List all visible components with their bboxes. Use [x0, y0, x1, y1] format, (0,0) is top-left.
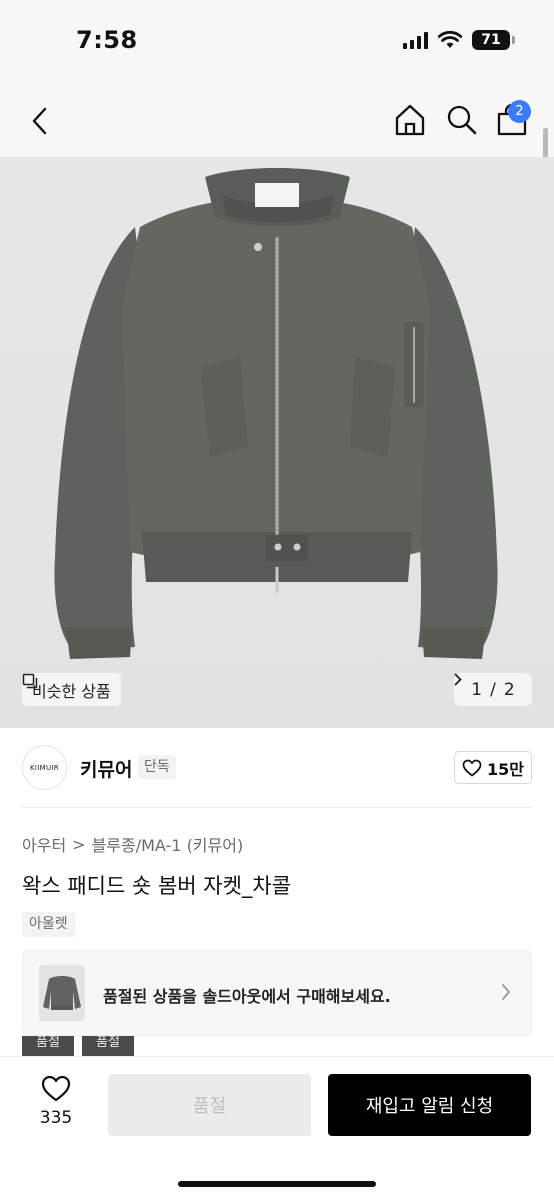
home-icon — [395, 104, 425, 136]
breadcrumb-category[interactable]: 아우터 — [22, 832, 66, 856]
brand-name[interactable]: 키뮤어 — [80, 755, 132, 782]
bottom-action-bar: 335 품절 재입고 알림 신청 — [0, 1056, 554, 1200]
search-icon — [447, 105, 477, 135]
brand-row: KIIMUIR 키뮤어 단독 15만 — [22, 745, 532, 791]
wishlist-count: 335 — [39, 1108, 73, 1128]
similar-products-label: 비슷한 상품 — [32, 681, 111, 701]
restock-alert-button[interactable]: 재입고 알림 신청 — [328, 1074, 531, 1136]
chevron-right-icon — [454, 673, 462, 686]
heart-icon — [462, 759, 482, 777]
wishlist-button[interactable]: 335 — [26, 1075, 86, 1141]
battery-icon: 71 — [472, 30, 515, 50]
status-time: 7:58 — [76, 26, 138, 54]
page-separator: / — [490, 679, 496, 700]
section-divider — [22, 807, 532, 808]
page-current: 1 — [471, 679, 483, 700]
exclusive-badge: 단독 — [138, 755, 176, 779]
option-chip[interactable]: 품절 — [22, 1036, 74, 1056]
heart-icon — [41, 1075, 71, 1102]
search-button[interactable] — [444, 102, 480, 138]
cellular-signal-icon — [403, 31, 428, 49]
cart-count-badge: 2 — [508, 100, 531, 123]
product-image[interactable]: 비슷한 상품 1 / 2 — [0, 157, 554, 728]
brand-logo[interactable]: KIIMUIR — [22, 745, 67, 790]
similar-items-icon — [22, 673, 38, 689]
banner-thumbnail — [39, 965, 85, 1021]
option-chip[interactable]: 품절 — [82, 1036, 134, 1056]
breadcrumb-subcategory[interactable]: 블루종/MA-1 (키뮤어) — [92, 832, 244, 856]
app-header — [0, 84, 554, 157]
outlet-tag: 아울렛 — [22, 912, 75, 937]
like-count: 15만 — [487, 759, 524, 779]
product-title: 왁스 패디드 숏 봄버 자켓_차콜 — [22, 874, 292, 898]
status-icons: 71 — [403, 30, 515, 50]
jacket-illustration — [54, 168, 498, 659]
home-indicator — [178, 1181, 376, 1187]
banner-chevron — [501, 983, 511, 1005]
soldout-banner[interactable]: 품절된 상품을 솔드아웃에서 구매해보세요. — [22, 950, 532, 1036]
soldout-banner-text: 품절된 상품을 솔드아웃에서 구매해보세요. — [103, 987, 391, 1006]
back-button[interactable] — [24, 104, 56, 138]
breadcrumb: 아우터 > 블루종/MA-1 (키뮤어) — [22, 832, 243, 856]
wifi-icon — [438, 31, 462, 48]
page-total: 2 — [503, 679, 515, 700]
chevron-right-icon — [502, 984, 511, 1000]
soldout-button: 품절 — [108, 1074, 311, 1136]
similar-products-button[interactable]: 비슷한 상품 — [22, 673, 121, 706]
chevron-left-icon — [32, 107, 47, 135]
home-button[interactable] — [392, 102, 428, 138]
image-page-indicator[interactable]: 1 / 2 — [454, 673, 532, 706]
status-bar: 7:58 71 — [0, 0, 554, 84]
breadcrumb-separator: > — [72, 834, 86, 854]
brand-like-button[interactable]: 15만 — [454, 751, 532, 784]
